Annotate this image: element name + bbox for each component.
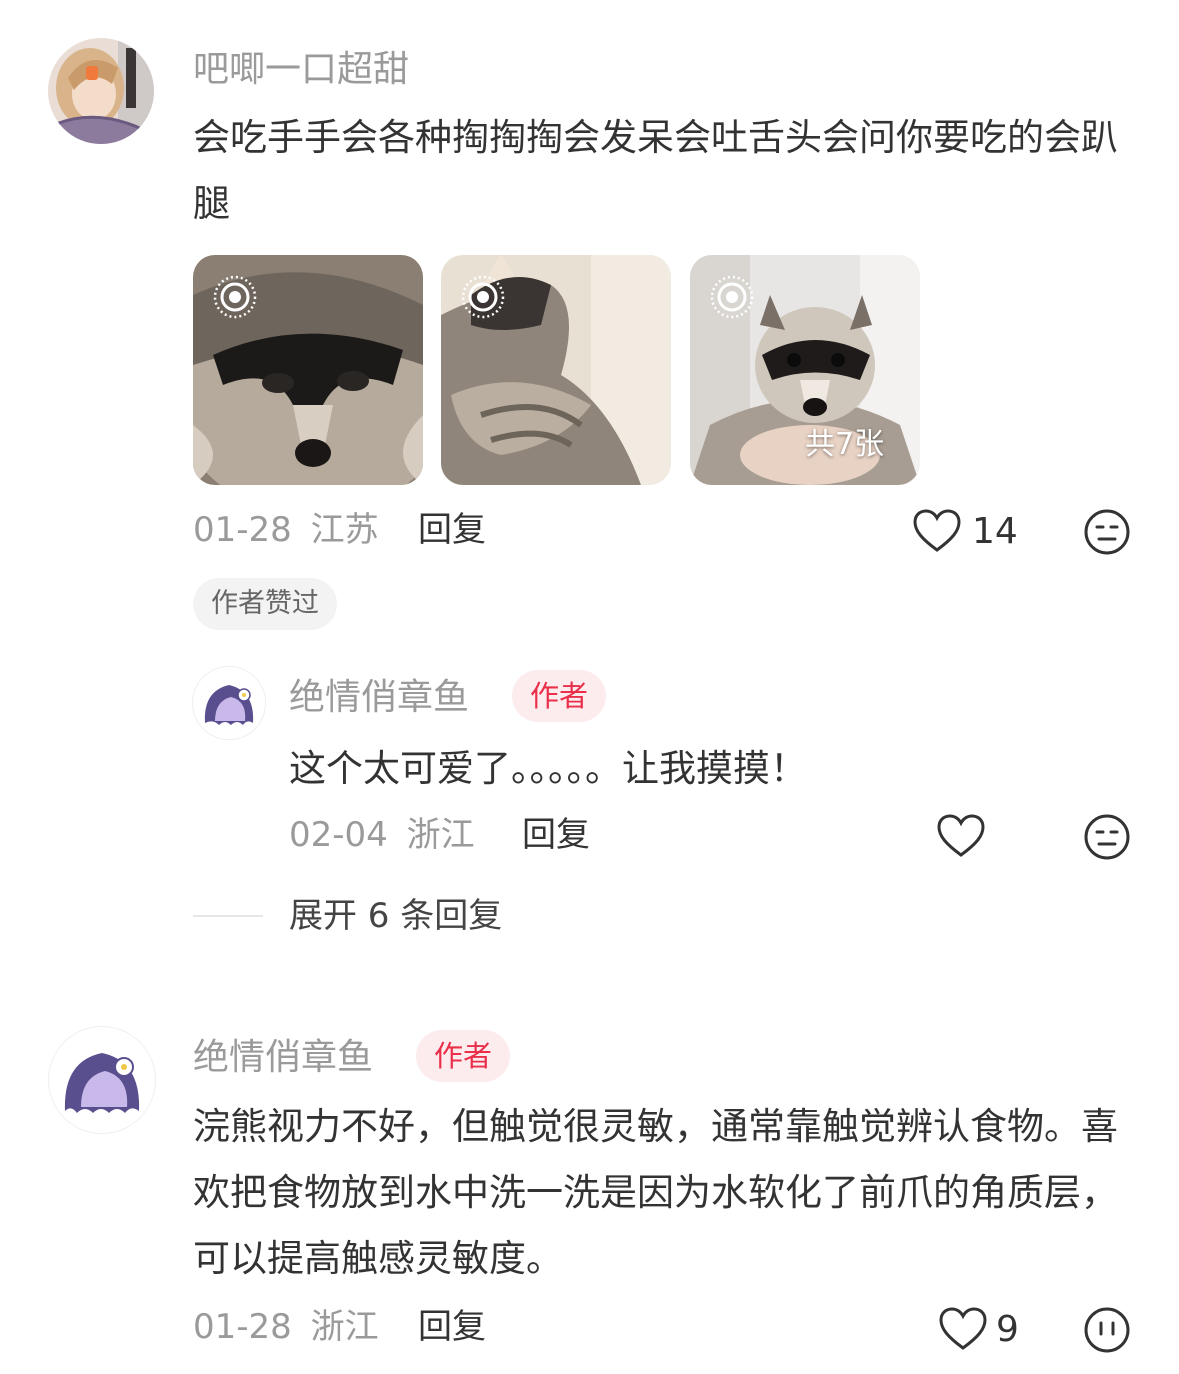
comment-text: 浣熊视力不好，但触觉很灵敏，通常靠触觉辨认食物。喜欢把食物放到水中洗一洗是因为水… <box>193 1105 1118 1280</box>
comment-image-3[interactable]: 共7张 <box>690 255 920 485</box>
comment-meta: 01-28 浙江 <box>193 1306 379 1348</box>
live-photo-icon <box>213 275 257 319</box>
reply-text: 这个太可爱了。。。。。让我摸摸！ <box>289 747 807 790</box>
live-photo-icon <box>710 275 754 319</box>
heart-icon <box>937 814 985 857</box>
like-count: 14 <box>972 510 1018 552</box>
author-badge: 作者 <box>512 670 607 722</box>
reply-username[interactable]: 绝情俏章鱼 <box>289 676 469 720</box>
dislike-button[interactable] <box>1083 813 1131 865</box>
neutral-face-icon <box>1084 814 1130 860</box>
reply-meta: 02-04 浙江 <box>289 814 475 856</box>
comment-location: 浙江 <box>310 1307 379 1347</box>
like-button[interactable]: 14 <box>912 506 1018 556</box>
comment-image-2[interactable] <box>441 255 671 485</box>
dislike-button[interactable] <box>1083 508 1131 560</box>
reply-avatar[interactable] <box>192 666 266 740</box>
comment-username[interactable]: 吧唧一口超甜 <box>193 48 409 92</box>
comment-text: 会吃手手会各种掏掏掏会发呆会吐舌头会问你要吃的会趴腿 <box>193 116 1118 225</box>
neutral-face-icon <box>1084 1307 1130 1353</box>
like-count: 9 <box>996 1308 1019 1350</box>
heart-icon <box>939 1307 987 1350</box>
reply-button[interactable]: 回复 <box>418 509 486 551</box>
reply-button[interactable]: 回复 <box>418 1306 486 1348</box>
heart-icon <box>913 509 961 552</box>
image-count-badge: 共7张 <box>805 427 885 462</box>
author-badge: 作者 <box>416 1030 511 1082</box>
comment-date: 01-28 <box>193 1307 292 1347</box>
expand-divider <box>193 915 263 917</box>
live-photo-icon <box>461 275 505 319</box>
comment-date: 01-28 <box>193 510 292 550</box>
like-button[interactable] <box>936 813 986 863</box>
comment-image-1[interactable] <box>193 255 423 485</box>
reply-date: 02-04 <box>289 815 388 855</box>
comment-location: 江苏 <box>310 510 379 550</box>
reply-location: 浙江 <box>406 815 475 855</box>
like-button[interactable]: 9 <box>938 1304 1019 1354</box>
comment-username[interactable]: 绝情俏章鱼 <box>193 1036 373 1080</box>
neutral-face-icon <box>1084 509 1130 555</box>
reply-button[interactable]: 回复 <box>522 814 590 856</box>
dislike-button[interactable] <box>1083 1306 1131 1358</box>
avatar[interactable] <box>48 1026 156 1134</box>
author-liked-chip: 作者赞过 <box>193 578 337 630</box>
comment-meta: 01-28 江苏 <box>193 509 379 551</box>
avatar[interactable] <box>48 38 154 144</box>
expand-replies-button[interactable]: 展开 6 条回复 <box>289 895 502 937</box>
